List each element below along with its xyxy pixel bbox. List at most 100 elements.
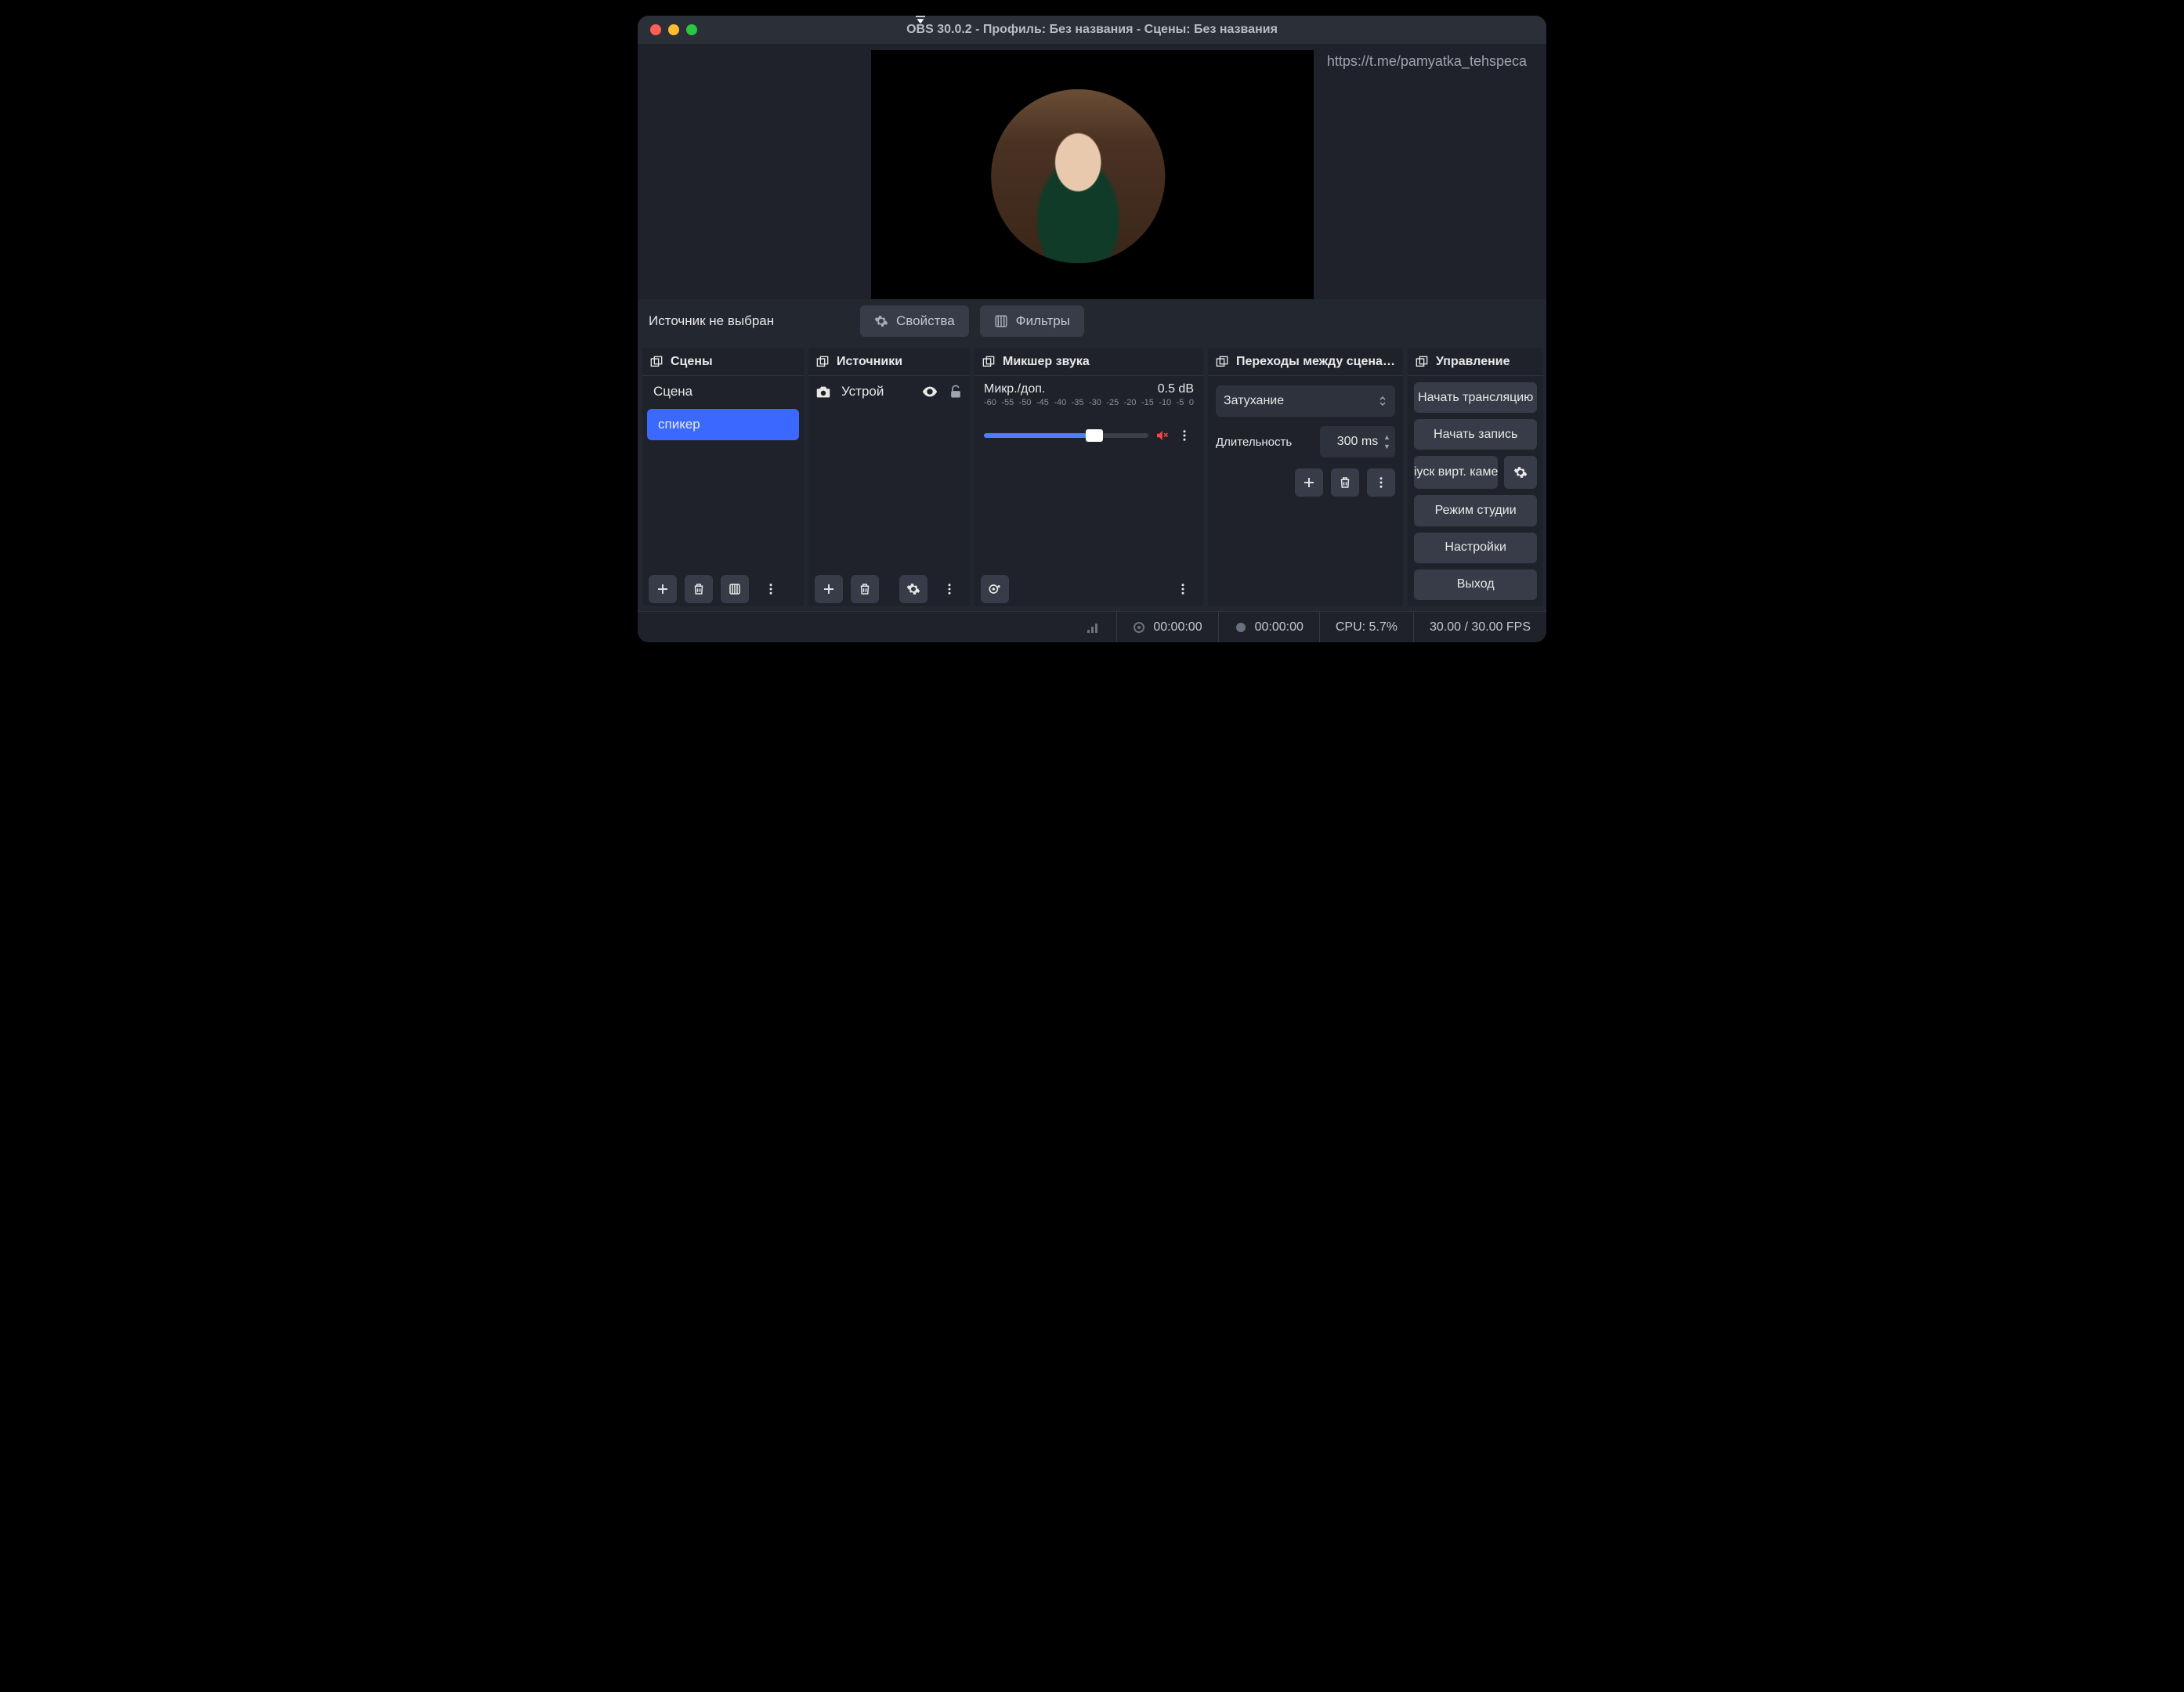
mixer-advanced-button[interactable]: [981, 575, 1009, 603]
status-stream: 00:00:00: [1116, 612, 1217, 642]
properties-label: Свойства: [896, 313, 955, 329]
resize-cursor-icon: [914, 16, 930, 25]
dock-icon: [982, 356, 995, 368]
channel-menu-button[interactable]: [1175, 421, 1194, 450]
minimize-button[interactable]: [668, 24, 679, 35]
tick: -15: [1141, 398, 1154, 407]
scene-item-selected[interactable]: спикер: [647, 409, 799, 440]
sources-footer: [808, 572, 970, 606]
meter-scale: -60 -55 -50 -45 -40 -35 -30 -25 -20 -15 …: [984, 398, 1194, 407]
add-scene-button[interactable]: [649, 575, 677, 603]
source-properties-button[interactable]: [899, 575, 927, 603]
scene-menu-button[interactable]: [757, 575, 785, 603]
eye-icon[interactable]: [921, 383, 938, 400]
controls-header[interactable]: Управление: [1408, 348, 1543, 376]
start-recording-button[interactable]: Начать запись: [1414, 419, 1537, 450]
scene-filters-button[interactable]: [721, 575, 749, 603]
maximize-button[interactable]: [686, 24, 697, 35]
scenes-footer: [642, 572, 804, 606]
studio-mode-button[interactable]: Режим студии: [1414, 495, 1537, 526]
tick: 0: [1189, 398, 1194, 407]
transition-select[interactable]: Затухание: [1216, 385, 1395, 417]
audio-mixer-panel: Микшер звука Микр./доп. 0.5 dB -60 -55 -…: [974, 348, 1203, 606]
source-toolbar: Источник не выбран Свойства Фильтры: [638, 299, 1546, 343]
properties-button[interactable]: Свойства: [860, 306, 969, 337]
scenes-header[interactable]: Сцены: [642, 348, 804, 376]
chevron-down-icon[interactable]: ▼: [1383, 443, 1390, 450]
mute-button[interactable]: [1155, 428, 1169, 443]
filters-label: Фильтры: [1016, 313, 1070, 329]
tick: -60: [984, 398, 996, 407]
chevron-up-icon[interactable]: ▲: [1383, 433, 1390, 441]
kebab-icon: [1176, 582, 1190, 596]
tick: -10: [1159, 398, 1171, 407]
tick: -25: [1106, 398, 1119, 407]
mixer-menu-button[interactable]: [1169, 575, 1197, 603]
virtual-camera-button[interactable]: іуск вирт. каме: [1414, 456, 1498, 489]
remove-transition-button[interactable]: [1331, 468, 1359, 497]
transition-buttons: [1216, 468, 1395, 497]
btn-label: Начать трансляцию: [1418, 391, 1533, 405]
select-arrows-icon: [1378, 395, 1387, 407]
mixer-body: Микр./доп. 0.5 dB -60 -55 -50 -45 -40 -3…: [974, 376, 1203, 572]
plus-icon: [656, 582, 670, 596]
sources-header[interactable]: Источники: [808, 348, 970, 376]
settings-button[interactable]: Настройки: [1414, 533, 1537, 563]
scenes-title: Сцены: [671, 355, 713, 369]
window-title: OBS 30.0.2 - Профиль: Без названия - Сце…: [906, 23, 1278, 37]
remove-scene-button[interactable]: [685, 575, 713, 603]
mixer-footer: [974, 572, 1203, 606]
duration-label: Длительность: [1216, 436, 1312, 449]
source-item[interactable]: Устрой: [808, 376, 970, 407]
transitions-body: Затухание Длительность 300 ms ▲▼: [1208, 376, 1403, 606]
btn-label: Начать запись: [1434, 428, 1517, 442]
filters-button[interactable]: Фильтры: [980, 306, 1084, 337]
duration-row: Длительность 300 ms ▲▼: [1216, 426, 1395, 457]
trash-icon: [858, 582, 872, 596]
filters-icon: [728, 582, 742, 596]
lock-open-icon[interactable]: [948, 384, 964, 400]
webcam-circle-source: [991, 89, 1165, 263]
scene-item[interactable]: Сцена: [642, 376, 804, 407]
exit-button[interactable]: Выход: [1414, 569, 1537, 600]
start-streaming-button[interactable]: Начать трансляцию: [1414, 382, 1537, 413]
traffic-lights: [650, 24, 697, 35]
source-menu-button[interactable]: [935, 575, 964, 603]
transition-menu-button[interactable]: [1367, 468, 1395, 497]
close-button[interactable]: [650, 24, 661, 35]
controls-body: Начать трансляцию Начать запись іуск вир…: [1408, 376, 1543, 606]
scene-item-label: спикер: [658, 417, 700, 432]
scenes-list: Сцена спикер: [642, 376, 804, 572]
mixer-header[interactable]: Микшер звука: [974, 348, 1203, 376]
dock-icon: [1416, 356, 1428, 368]
stream-dot-icon: [1133, 621, 1145, 634]
scene-item-label: Сцена: [653, 384, 692, 400]
slider-thumb[interactable]: [1086, 429, 1103, 442]
tick: -55: [1001, 398, 1014, 407]
overlay-url-text: https://t.me/pamyatka_tehspeca: [1327, 53, 1527, 70]
transitions-header[interactable]: Переходы между сцена…: [1208, 348, 1403, 376]
btn-label: Режим студии: [1435, 504, 1517, 518]
tick: -35: [1072, 398, 1084, 407]
filters-icon: [994, 314, 1008, 328]
plus-icon: [822, 582, 836, 596]
speaker-muted-icon: [1155, 428, 1169, 443]
tick: -40: [1054, 398, 1066, 407]
preview-zone: https://t.me/pamyatka_tehspeca: [638, 44, 1546, 299]
add-transition-button[interactable]: [1295, 468, 1323, 497]
dock-icon: [816, 356, 829, 368]
remove-source-button[interactable]: [851, 575, 879, 603]
dock-panels: Сцены Сцена спикер Источники: [638, 343, 1546, 611]
kebab-icon: [942, 582, 956, 596]
status-fps: 30.00 / 30.00 FPS: [1413, 612, 1546, 642]
source-name: Устрой: [841, 384, 912, 400]
gear-icon: [1513, 465, 1528, 479]
add-source-button[interactable]: [815, 575, 843, 603]
volume-slider[interactable]: [984, 433, 1148, 438]
virtual-camera-settings-button[interactable]: [1504, 456, 1537, 489]
kebab-icon: [1177, 428, 1191, 443]
mixer-channel-name: Микр./доп.: [984, 382, 1045, 396]
transitions-panel: Переходы между сцена… Затухание Длительн…: [1208, 348, 1403, 606]
duration-spinner[interactable]: 300 ms ▲▼: [1320, 426, 1395, 457]
preview-canvas[interactable]: [871, 50, 1314, 299]
